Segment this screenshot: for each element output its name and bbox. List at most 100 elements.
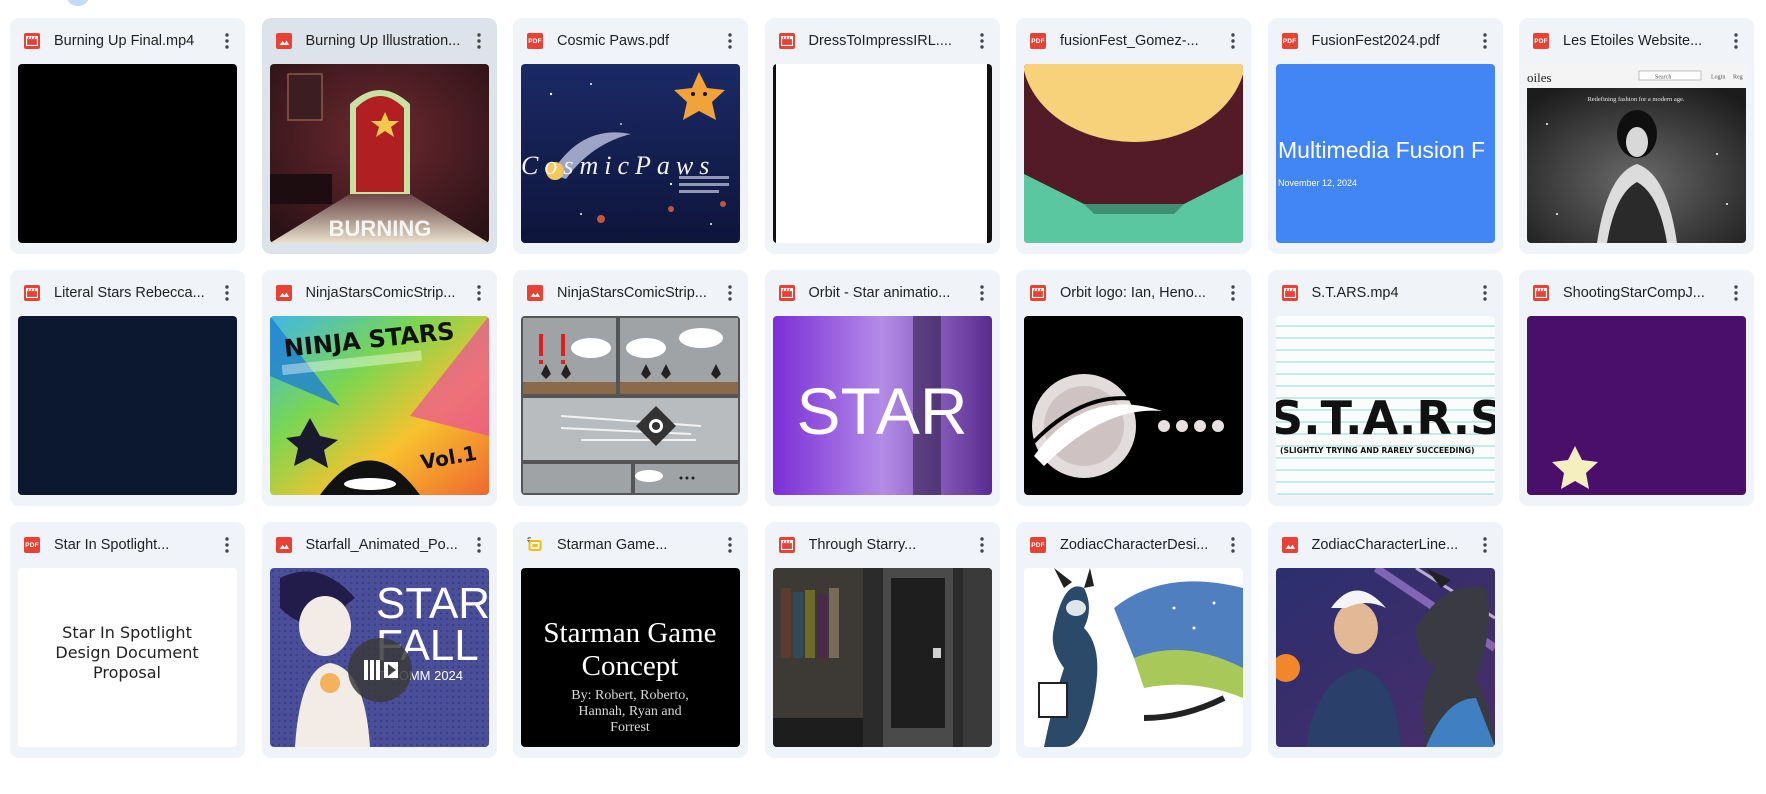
file-card[interactable]: PDF Star In Spotlight... Star In Spotlig… <box>10 522 245 758</box>
file-thumbnail[interactable]: Star In Spotlight Design Document Proposal <box>18 568 237 747</box>
file-card[interactable]: Through Starry... <box>764 522 1000 758</box>
more-options-icon[interactable] <box>465 531 493 559</box>
file-thumbnail[interactable]: Starman Game Concept By: Robert, Roberto, H… <box>521 568 740 747</box>
file-thumbnail[interactable]: STAR FALL T COMM 2024 <box>269 568 489 747</box>
video-file-icon <box>24 285 40 301</box>
file-card[interactable]: NinjaStarsComicStrip... NINJA STARS Vol.… <box>261 270 497 506</box>
file-card-header: PDF Les Etoiles Website... <box>1519 18 1754 64</box>
file-card[interactable]: NinjaStarsComicStrip... <box>513 270 748 506</box>
file-card[interactable]: ZodiacCharacterLine... <box>1267 522 1503 758</box>
file-card[interactable]: ShootingStarCompJ... <box>1519 270 1754 506</box>
thumb-text: Redefining fashion for a modern age. <box>1587 96 1684 103</box>
file-card[interactable]: Burning Up Illustration... BURNING <box>261 18 497 254</box>
file-card[interactable]: Literal Stars Rebecca... <box>10 270 245 506</box>
file-card[interactable]: Orbit logo: Ian, Heno... <box>1016 270 1251 506</box>
thumb-text: oiles <box>1527 70 1552 85</box>
more-options-icon[interactable] <box>968 531 996 559</box>
file-card[interactable]: DressToImpressIRL.... <box>764 18 1000 254</box>
more-options-icon[interactable] <box>1219 279 1247 307</box>
pdf-file-icon: PDF <box>1030 537 1046 553</box>
file-card[interactable]: PDF Cosmic Paws.pdf CosmicPaws <box>513 18 748 254</box>
file-card-header: S.T.ARS.mp4 <box>1268 270 1503 316</box>
more-options-icon[interactable] <box>1471 27 1499 55</box>
file-card-header: Starman Game... <box>513 522 748 568</box>
pdf-file-icon: PDF <box>1030 33 1046 49</box>
file-card-header: Orbit logo: Ian, Heno... <box>1016 270 1251 316</box>
thumb-text: Hannah, Ryan and <box>578 704 681 719</box>
image-file-icon <box>1281 537 1298 553</box>
thumb-text: November 12, 2024 <box>1278 178 1357 188</box>
file-thumbnail[interactable] <box>18 316 237 495</box>
thumb-text: Forrest <box>610 720 650 735</box>
file-card[interactable]: Starfall_Animated_Po... STAR FALL T COMM… <box>261 522 497 758</box>
file-name: fusionFest_Gomez-... <box>1060 33 1199 49</box>
file-thumbnail[interactable]: S.T.A.R.S (SLIGHTLY TRYING AND RARELY SUC… <box>1275 316 1495 495</box>
more-options-icon[interactable] <box>1219 27 1247 55</box>
pdf-file-icon: PDF <box>527 33 543 49</box>
file-card[interactable]: S.T.ARS.mp4 S.T.A.R.S (SLIGHTLY TRYING AN… <box>1267 270 1503 506</box>
file-name: ShootingStarCompJ... <box>1563 285 1705 301</box>
file-thumbnail[interactable]: CosmicPaws <box>521 64 740 243</box>
file-card-header: PDF Star In Spotlight... <box>10 522 245 568</box>
file-name: DressToImpressIRL.... <box>808 33 952 49</box>
thumb-text: Search <box>1655 75 1671 81</box>
file-card[interactable]: PDF fusionFest_Gomez-... <box>1016 18 1251 254</box>
file-card-header: Through Starry... <box>765 522 1000 568</box>
more-options-icon[interactable] <box>213 27 241 55</box>
file-card-header: Burning Up Final.mp4 <box>10 18 245 64</box>
file-card[interactable]: PDF FusionFest2024.pdf Multimedia Fusion… <box>1267 18 1503 254</box>
file-card-header: ShootingStarCompJ... <box>1519 270 1754 316</box>
file-card[interactable]: Orbit - Star animatio... STAR <box>764 270 1000 506</box>
more-options-icon[interactable] <box>716 27 744 55</box>
more-options-icon[interactable] <box>465 279 493 307</box>
file-grid: Burning Up Final.mp4 Burning Up Illustra… <box>10 18 1754 758</box>
more-options-icon[interactable] <box>213 279 241 307</box>
file-name: Starman Game... <box>557 537 668 553</box>
more-options-icon[interactable] <box>968 27 996 55</box>
more-options-icon[interactable] <box>1219 531 1247 559</box>
pdf-file-icon: PDF <box>1533 33 1549 49</box>
file-thumbnail[interactable] <box>772 568 992 747</box>
file-thumbnail[interactable]: NINJA STARS Vol.1 <box>269 316 489 495</box>
file-thumbnail[interactable] <box>521 316 740 495</box>
more-options-icon[interactable] <box>1471 531 1499 559</box>
more-options-icon[interactable] <box>716 531 744 559</box>
file-card[interactable]: PDF ZodiacCharacterDesi... <box>1016 522 1251 758</box>
thumb-text: Starman Game <box>543 617 716 649</box>
file-thumbnail[interactable] <box>1527 316 1746 495</box>
file-thumbnail[interactable] <box>1275 568 1495 747</box>
file-thumbnail[interactable] <box>1024 316 1243 495</box>
file-name: Burning Up Illustration... <box>305 33 461 49</box>
file-card-header: PDF Cosmic Paws.pdf <box>513 18 748 64</box>
file-thumbnail[interactable]: BURNING <box>269 64 489 243</box>
more-options-icon[interactable] <box>1471 279 1499 307</box>
file-card[interactable]: Starman Game... Starman Game Concept By: R… <box>513 522 748 758</box>
file-thumbnail[interactable] <box>772 64 992 243</box>
file-card-header: NinjaStarsComicStrip... <box>262 270 497 316</box>
file-thumbnail[interactable] <box>1024 64 1243 243</box>
file-thumbnail[interactable]: STAR <box>772 316 992 495</box>
file-thumbnail[interactable]: oiles Search Login Reg Redefining fashio… <box>1527 64 1746 243</box>
file-name: Literal Stars Rebecca... <box>54 285 205 301</box>
more-options-icon[interactable] <box>716 279 744 307</box>
more-options-icon[interactable] <box>1722 27 1750 55</box>
file-card-header: PDF FusionFest2024.pdf <box>1268 18 1503 64</box>
more-options-icon[interactable] <box>968 279 996 307</box>
file-thumbnail[interactable] <box>1024 568 1243 747</box>
file-name: Star In Spotlight... <box>54 537 170 553</box>
more-options-icon[interactable] <box>465 27 493 55</box>
more-options-icon[interactable] <box>1722 279 1750 307</box>
file-name: NinjaStarsComicStrip... <box>305 285 456 301</box>
file-thumbnail[interactable] <box>18 64 237 243</box>
file-card-header: Orbit - Star animatio... <box>765 270 1000 316</box>
file-thumbnail[interactable]: Multimedia Fusion F November 12, 2024 <box>1275 64 1495 243</box>
thumb-text: Design Document <box>55 643 198 662</box>
file-card[interactable]: PDF Les Etoiles Website... oiles Search … <box>1519 18 1754 254</box>
slides-file-icon <box>527 537 543 553</box>
more-options-icon[interactable] <box>213 531 241 559</box>
video-file-icon <box>778 33 795 49</box>
file-card[interactable]: Burning Up Final.mp4 <box>10 18 245 254</box>
thumb-text: BURNING <box>328 216 431 241</box>
file-card-header: DressToImpressIRL.... <box>765 18 1000 64</box>
file-name: ZodiacCharacterLine... <box>1311 537 1459 553</box>
